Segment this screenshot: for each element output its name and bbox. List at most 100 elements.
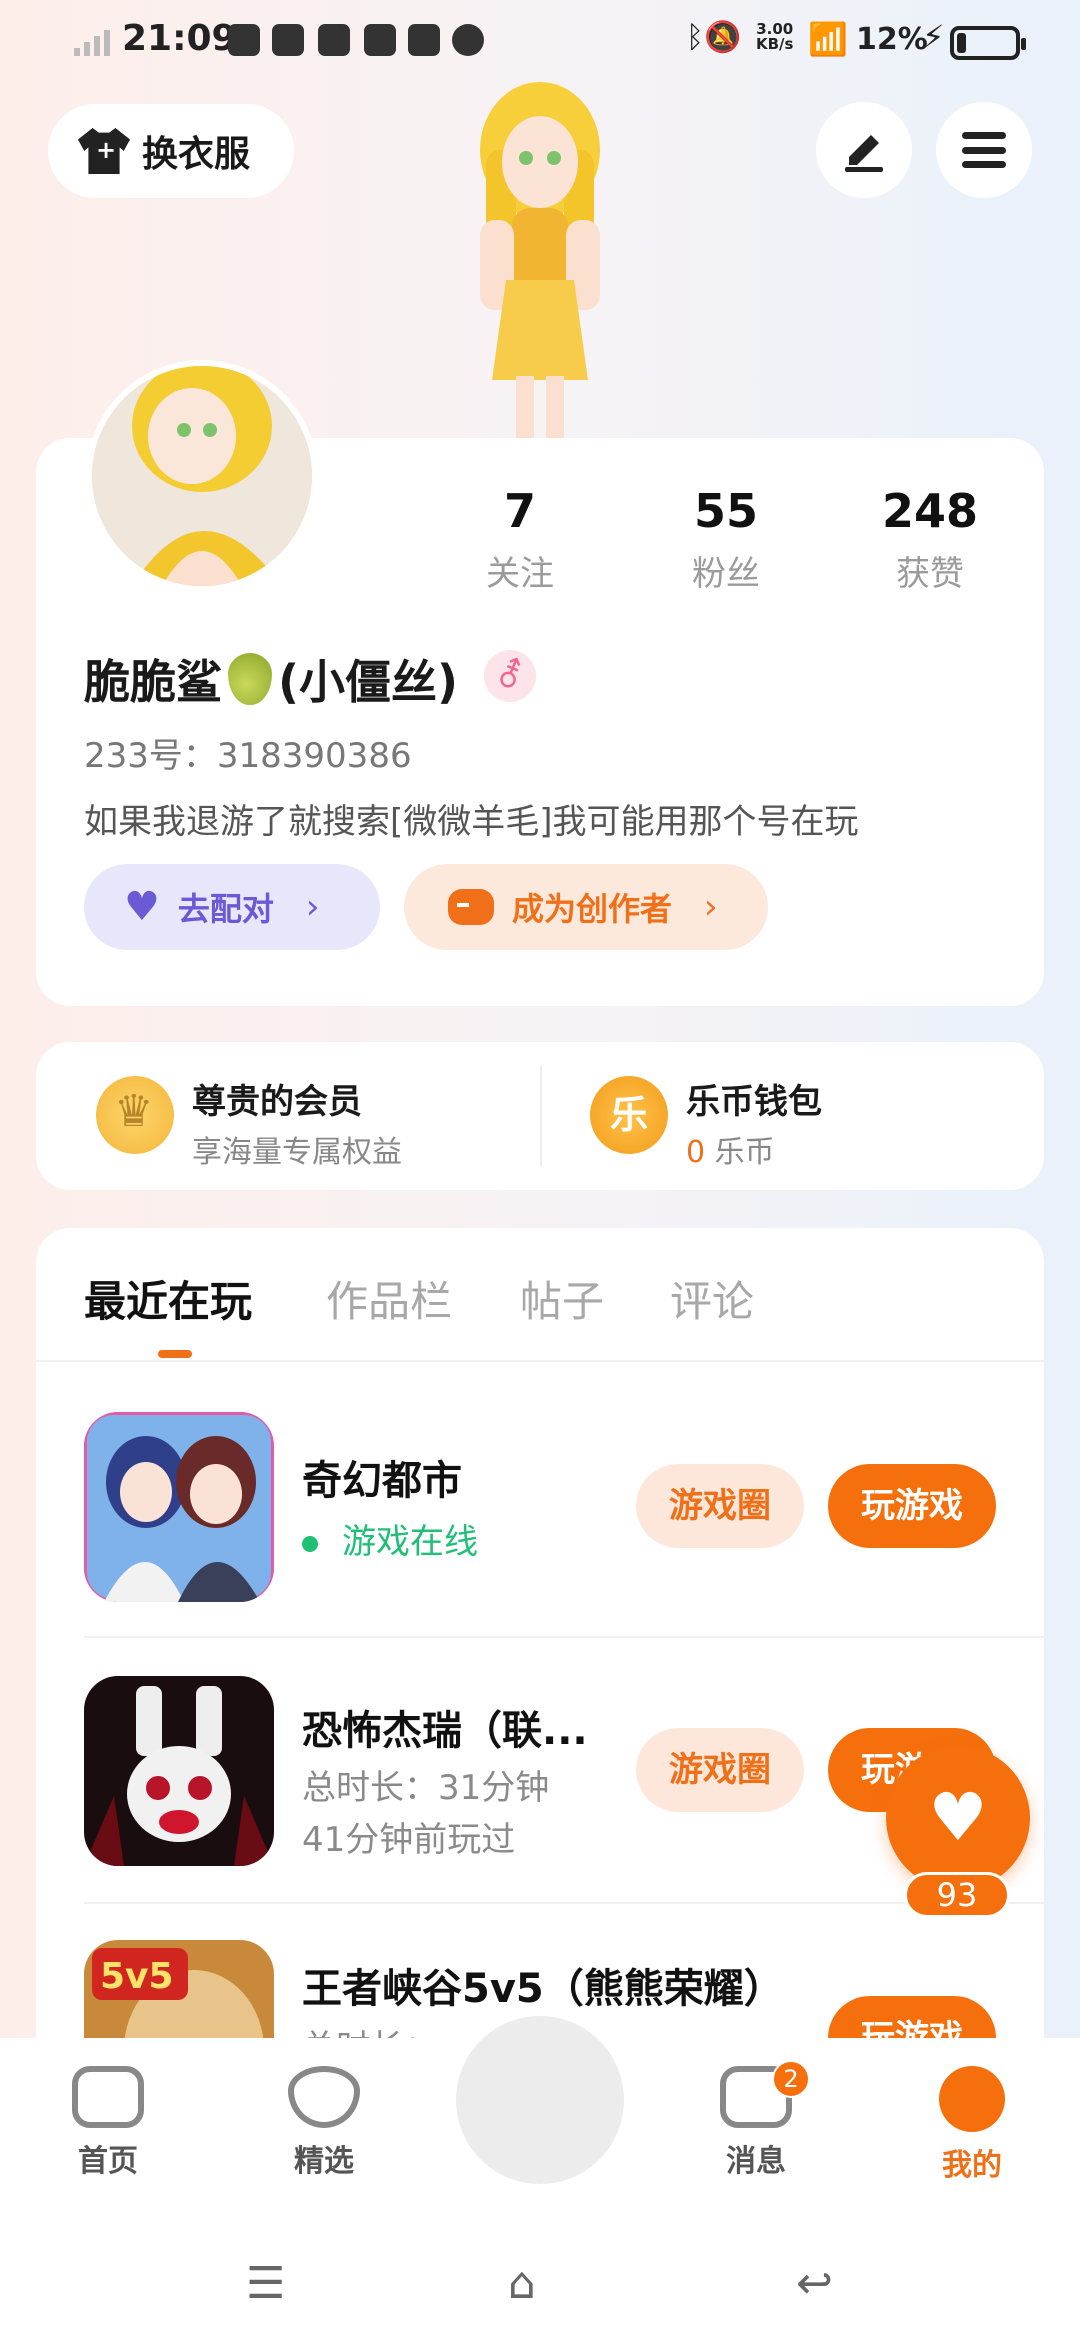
- stat-fans[interactable]: 55 粉丝: [636, 484, 816, 595]
- wallet-amount: 0: [686, 1135, 706, 1170]
- stat-label: 关注: [486, 554, 554, 594]
- wallet-balance: 0 乐币: [686, 1127, 822, 1171]
- home-icon[interactable]: ⌂: [508, 2258, 536, 2309]
- tab-comments[interactable]: 评论: [670, 1268, 754, 1329]
- tab-recent-play[interactable]: 最近在玩: [84, 1268, 252, 1329]
- stat-following[interactable]: 7 关注: [430, 484, 610, 595]
- edit-button[interactable]: [816, 102, 912, 198]
- le-coin-icon: 乐: [590, 1076, 668, 1154]
- wifi-icon: 📶: [808, 20, 848, 58]
- pencil-icon: [845, 135, 883, 172]
- mail-notification-icon: [364, 24, 396, 56]
- nav-messages-label: 消息: [726, 2144, 786, 2179]
- user-id[interactable]: 233号：318390386: [84, 728, 412, 777]
- change-clothes-button[interactable]: 换衣服: [48, 104, 294, 198]
- mine-face-icon: [939, 2066, 1005, 2132]
- center-avatar-button[interactable]: [456, 2016, 624, 2184]
- tab-indicator: [158, 1350, 192, 1358]
- stat-value: 7: [503, 484, 536, 538]
- stat-likes[interactable]: 248 获赞: [840, 484, 1020, 595]
- status-bar: 21:09 ᛒ🔕 3.00 KB/s 📶 12% ⚡: [0, 0, 1080, 84]
- clock: 21:09: [122, 18, 237, 59]
- avatar-figure[interactable]: [440, 80, 640, 440]
- nav-home[interactable]: 首页: [38, 2066, 178, 2180]
- nav-featured[interactable]: 精选: [254, 2066, 394, 2180]
- charging-icon: ⚡: [922, 18, 945, 56]
- divider: [540, 1066, 542, 1166]
- wallet-entry[interactable]: 乐币钱包 0 乐币: [686, 1074, 822, 1171]
- svg-text:5v5: 5v5: [100, 1956, 174, 1997]
- back-icon[interactable]: ↩: [796, 2258, 833, 2309]
- game-online-status: 游戏在线: [302, 1514, 478, 1563]
- nav-home-label: 首页: [78, 2144, 138, 2179]
- game-circle-button[interactable]: 游戏圈: [636, 1464, 804, 1548]
- stat-label: 获赞: [896, 554, 964, 594]
- crown-icon: [96, 1076, 174, 1154]
- stat-label: 粉丝: [692, 554, 760, 594]
- row-divider: [84, 1902, 1044, 1904]
- message-badge: 2: [772, 2060, 810, 2098]
- game-cover-image: [84, 1412, 274, 1602]
- creator-label: 成为创作者: [512, 890, 673, 928]
- game-title: 恐怖杰瑞（联...: [302, 1708, 588, 1754]
- like-count: 93: [904, 1872, 1010, 1918]
- menu-button[interactable]: [936, 102, 1032, 198]
- match-button[interactable]: ♥ 去配对 ›: [84, 864, 380, 950]
- change-clothes-label: 换衣服: [142, 134, 251, 175]
- app-notification-icon: [228, 24, 260, 56]
- battery-icon: [950, 26, 1026, 60]
- vip-title: 尊贵的会员: [192, 1082, 362, 1122]
- game-last-played: 41分钟前玩过: [302, 1820, 516, 1860]
- game-circle-button[interactable]: 游戏圈: [636, 1728, 804, 1812]
- heart-icon: ♥: [124, 884, 160, 930]
- bluetooth-icon: ᛒ🔕: [686, 20, 742, 55]
- avatar[interactable]: [86, 360, 318, 592]
- heart-outline-icon: [288, 2066, 360, 2128]
- user-name: 脆脆鲨 (小僵丝): [84, 646, 458, 712]
- heart-icon: ♥: [928, 1779, 988, 1856]
- vip-entry[interactable]: 尊贵的会员 享海量专属权益: [192, 1074, 402, 1171]
- like-float-button[interactable]: ♥: [886, 1746, 1030, 1890]
- wallet-title: 乐币钱包: [686, 1082, 822, 1122]
- stat-value: 55: [693, 484, 758, 538]
- battery-percent: 12%: [856, 22, 928, 57]
- gamepad-icon: [448, 889, 494, 925]
- game-cover-image: [84, 1676, 274, 1866]
- vip-subtitle: 享海量专属权益: [192, 1135, 402, 1170]
- nav-mine[interactable]: 我的: [902, 2066, 1042, 2184]
- tab-divider: [36, 1360, 1044, 1362]
- chevron-right-icon: ›: [305, 887, 320, 927]
- avatar-image: [92, 366, 312, 586]
- gamepad-icon: [72, 2066, 144, 2128]
- row-divider: [84, 1636, 1044, 1638]
- game-title: 奇幻都市: [302, 1458, 462, 1504]
- fan-notification-icon: [452, 24, 484, 56]
- gender-female-icon: ⚦: [484, 650, 536, 702]
- recent-apps-icon[interactable]: ☰: [246, 2258, 285, 2309]
- book-notification-icon: [408, 24, 440, 56]
- become-creator-button[interactable]: 成为创作者 ›: [404, 864, 768, 950]
- chevron-right-icon: ›: [704, 887, 718, 927]
- hamburger-icon: [962, 132, 1006, 168]
- match-label: 去配对: [177, 890, 274, 928]
- wallet-unit: 乐币: [714, 1135, 775, 1170]
- play-game-button[interactable]: 玩游戏: [828, 1464, 996, 1548]
- game-duration: 总时长：31分钟: [302, 1768, 550, 1808]
- signal-icon: [74, 30, 110, 56]
- user-bio: 如果我退游了就搜索[微微羊毛]我可能用那个号在玩: [84, 802, 859, 842]
- nav-mine-label: 我的: [942, 2148, 1002, 2183]
- pear-emoji-icon: [228, 653, 272, 705]
- app-notification-icon: [272, 24, 304, 56]
- game-icon-qihuan[interactable]: [84, 1412, 274, 1602]
- network-speed: 3.00 KB/s: [756, 20, 794, 53]
- shirt-icon: [78, 128, 130, 174]
- game-row[interactable]: 奇幻都市 游戏在线 游戏圈 玩游戏: [84, 1412, 1044, 1612]
- tab-posts[interactable]: 帖子: [520, 1268, 604, 1329]
- game-title: 王者峡谷5v5（熊熊荣耀）: [302, 1966, 784, 2012]
- tab-works[interactable]: 作品栏: [326, 1268, 452, 1329]
- mail-notification-icon: [318, 24, 350, 56]
- name-suffix: (小僵丝): [278, 655, 459, 709]
- game-icon-horror-jerry[interactable]: [84, 1676, 274, 1866]
- name-prefix: 脆脆鲨: [84, 655, 222, 709]
- stat-value: 248: [881, 484, 979, 538]
